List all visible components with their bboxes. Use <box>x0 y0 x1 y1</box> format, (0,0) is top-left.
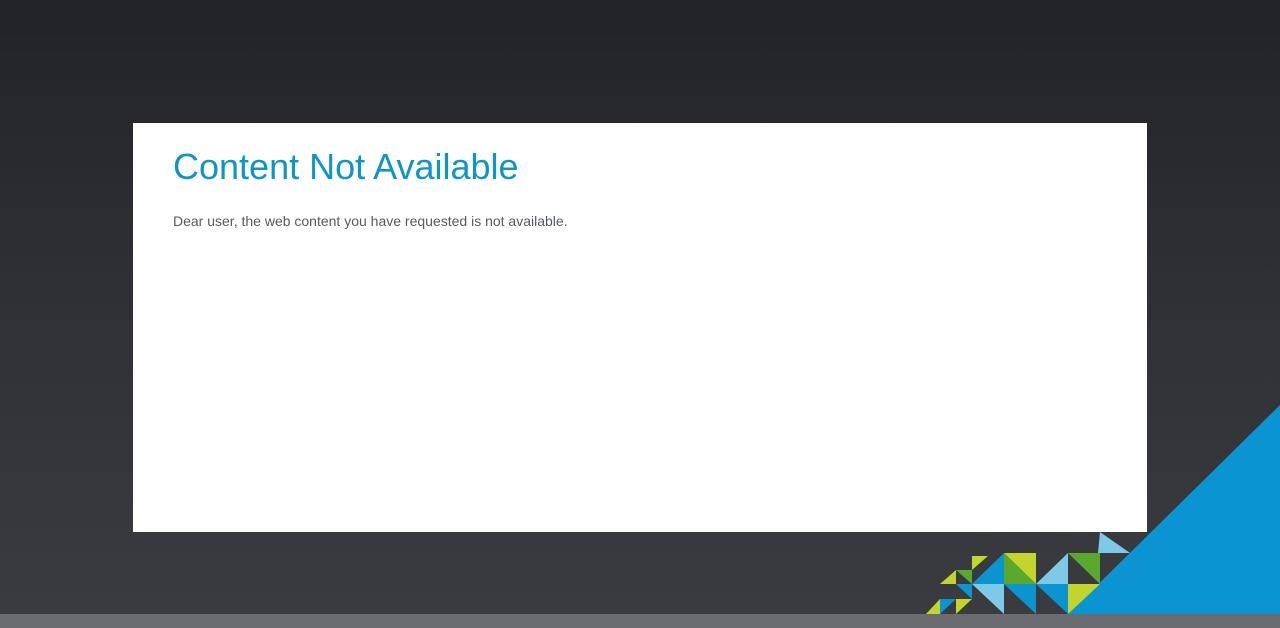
triangle-lime <box>940 570 956 584</box>
triangle-light-blue <box>1098 532 1130 553</box>
page-title: Content Not Available <box>173 146 519 187</box>
triangle-blue <box>1004 584 1036 614</box>
triangle-lime <box>926 599 940 614</box>
triangle-light-blue <box>972 584 1004 614</box>
message-text: Dear user, the web content you have requ… <box>173 213 568 229</box>
content-panel: Content Not Available Dear user, the web… <box>133 123 1147 532</box>
triangle-blue <box>940 599 956 614</box>
footer-bar <box>0 614 1280 628</box>
triangle-blue <box>956 584 972 599</box>
triangle-green <box>956 570 972 584</box>
triangle-light-blue <box>1036 553 1068 584</box>
triangle-lime <box>972 556 988 570</box>
triangle-blue <box>1036 584 1068 614</box>
triangle-lime <box>956 599 972 614</box>
triangle-green <box>1068 553 1100 584</box>
